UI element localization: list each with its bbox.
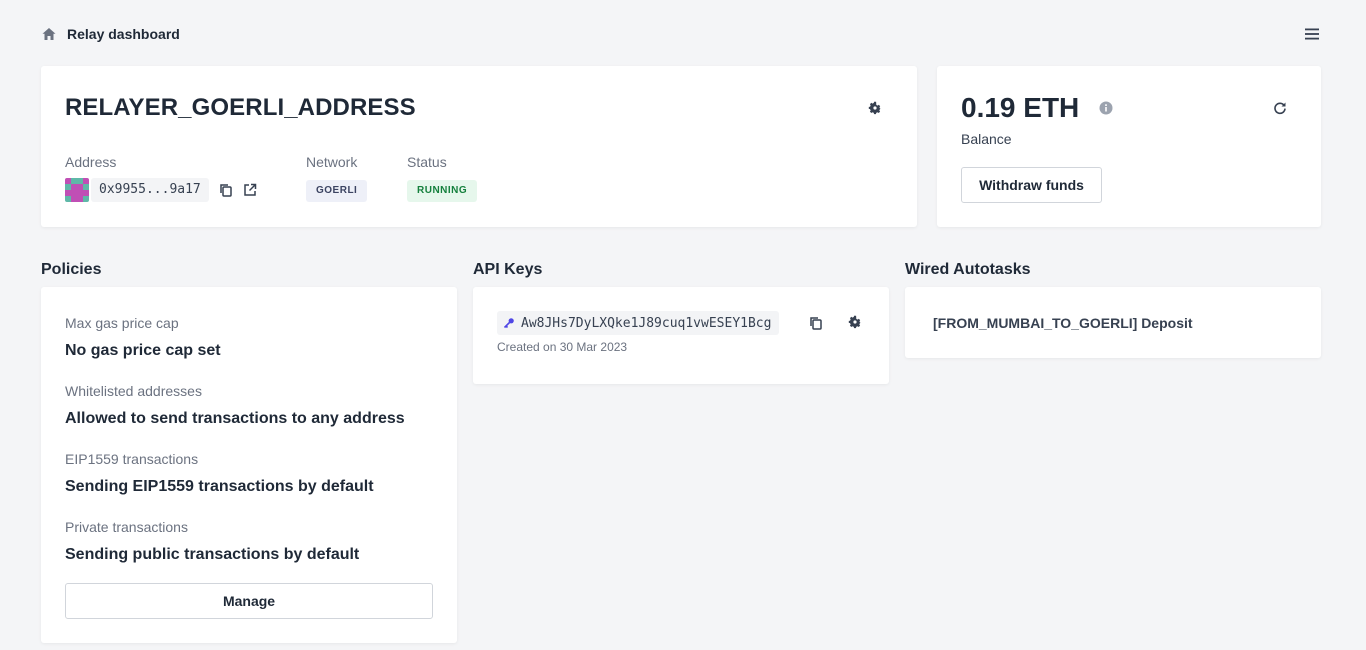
- network-badge: GOERLI: [306, 180, 368, 202]
- api-keys-card: Aw8JHs7DyLXQke1J89cuq1vwESEY1Bcg Created…: [473, 287, 889, 384]
- api-keys-title: API Keys: [473, 261, 543, 278]
- address-avatar: [65, 178, 89, 202]
- balance-card: 0.19 ETH Balance Withdraw funds: [937, 66, 1321, 227]
- address-group: 0x9955...9a17: [65, 178, 257, 202]
- key-icon: [503, 318, 514, 329]
- api-key-value: Aw8JHs7DyLXQke1J89cuq1vwESEY1Bcg: [521, 315, 772, 331]
- address-value: 0x9955...9a17: [91, 178, 209, 202]
- top-bar: Relay dashboard: [41, 24, 1321, 44]
- address-label: Address: [65, 154, 117, 170]
- status-label: Status: [407, 154, 447, 170]
- policy-value: Allowed to send transactions to any addr…: [65, 410, 405, 427]
- breadcrumb-title: Relay dashboard: [67, 26, 180, 42]
- relayer-card: RELAYER_GOERLI_ADDRESS Address Network S…: [41, 66, 917, 227]
- info-icon[interactable]: [1099, 101, 1113, 115]
- balance-amount: 0.19 ETH: [961, 92, 1080, 123]
- autotask-item[interactable]: [FROM_MUMBAI_TO_GOERLI] Deposit: [933, 315, 1193, 331]
- wired-autotasks-card: [FROM_MUMBAI_TO_GOERLI] Deposit: [905, 287, 1321, 358]
- wired-autotasks-title: Wired Autotasks: [905, 261, 1031, 278]
- policies-title: Policies: [41, 261, 102, 278]
- relayer-name: RELAYER_GOERLI_ADDRESS: [65, 94, 416, 121]
- gear-icon[interactable]: [867, 100, 883, 116]
- external-link-icon[interactable]: [243, 183, 257, 197]
- policy-label: EIP1559 transactions: [65, 451, 199, 467]
- balance-label: Balance: [961, 131, 1012, 147]
- home-icon[interactable]: [41, 26, 57, 42]
- api-key-created-date: Created on 30 Mar 2023: [497, 340, 628, 354]
- policy-value: No gas price cap set: [65, 342, 221, 359]
- network-label: Network: [306, 154, 358, 170]
- hamburger-menu-icon[interactable]: [1303, 25, 1321, 43]
- copy-icon[interactable]: [219, 183, 233, 197]
- policy-value: Sending EIP1559 transactions by default: [65, 478, 374, 495]
- policies-card: Max gas price cap No gas price cap set W…: [41, 287, 457, 643]
- policy-label: Whitelisted addresses: [65, 383, 202, 399]
- api-key-pill: Aw8JHs7DyLXQke1J89cuq1vwESEY1Bcg: [497, 311, 780, 335]
- status-badge: RUNNING: [407, 180, 478, 202]
- manage-button[interactable]: Manage: [65, 583, 433, 619]
- withdraw-funds-button[interactable]: Withdraw funds: [961, 167, 1102, 203]
- policy-label: Max gas price cap: [65, 315, 179, 331]
- refresh-icon[interactable]: [1273, 101, 1287, 115]
- policy-label: Private transactions: [65, 519, 188, 535]
- policy-value: Sending public transactions by default: [65, 546, 360, 563]
- gear-icon[interactable]: [847, 314, 863, 330]
- copy-icon[interactable]: [809, 316, 823, 330]
